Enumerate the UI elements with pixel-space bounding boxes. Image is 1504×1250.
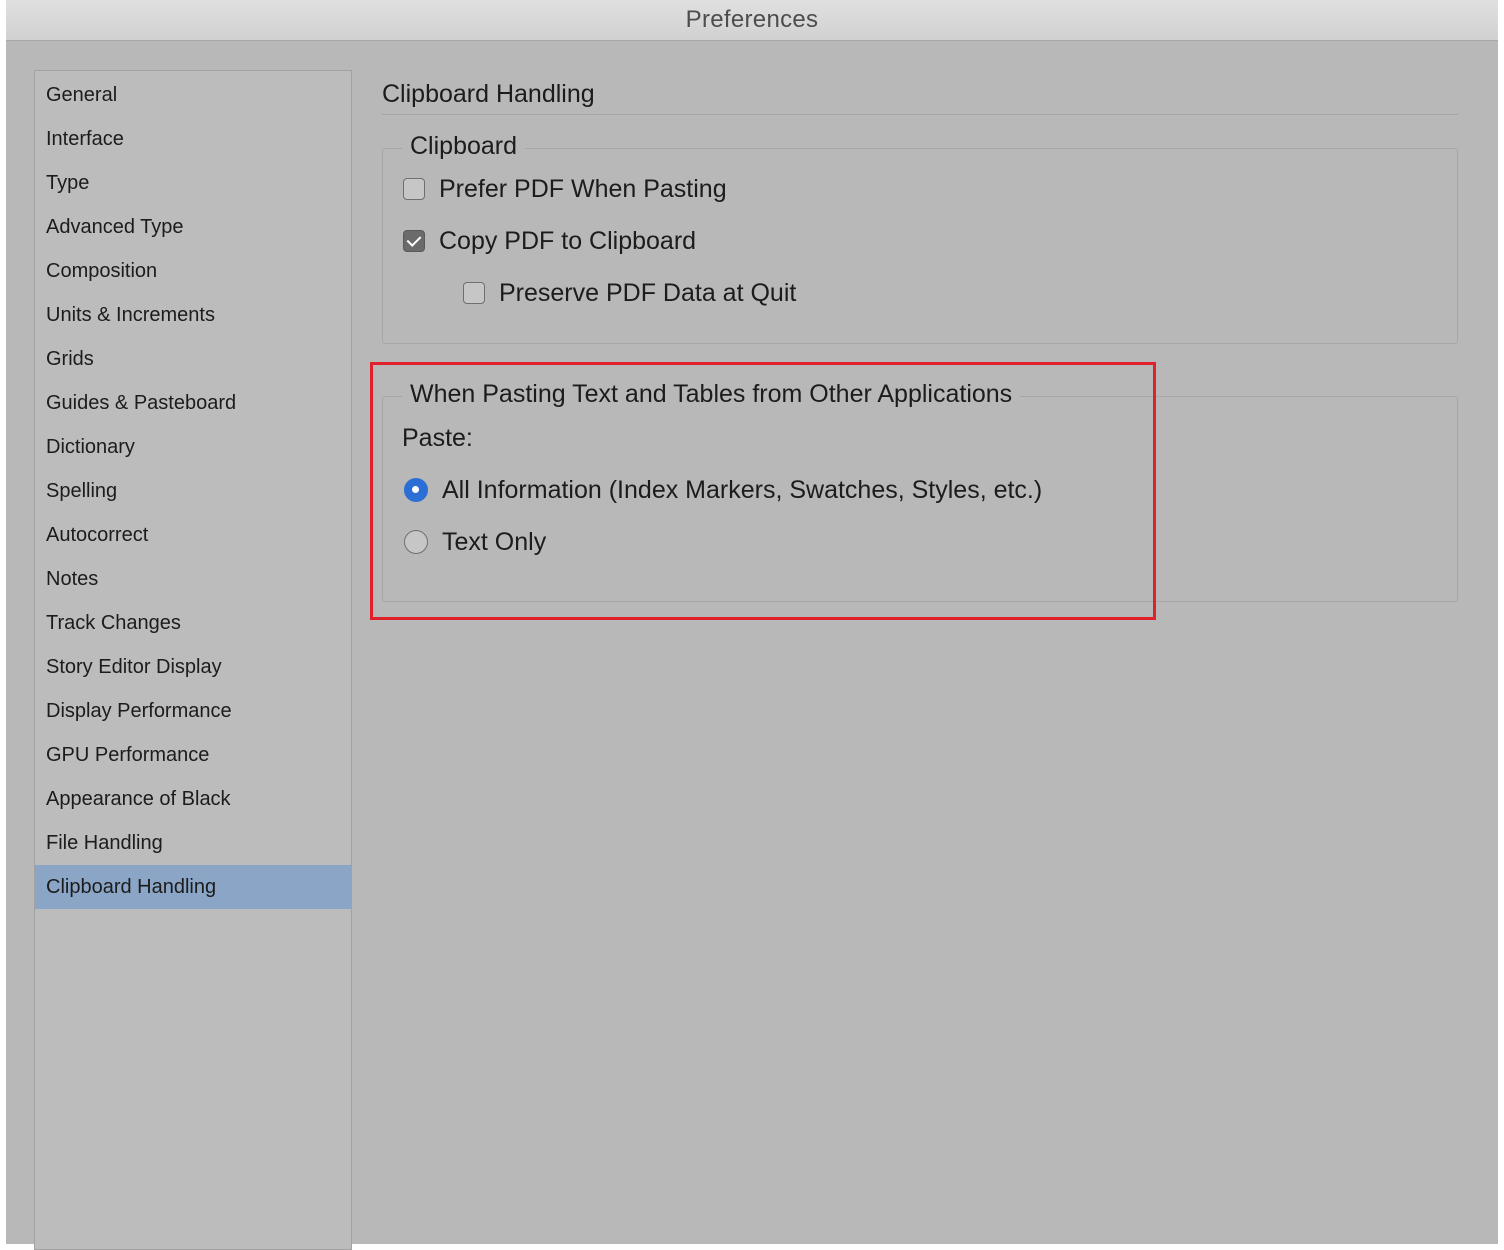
- sidebar-item-general[interactable]: General: [35, 73, 351, 117]
- window-title: Preferences: [685, 6, 819, 33]
- preferences-sidebar: General Interface Type Advanced Type Com…: [34, 70, 352, 1250]
- sidebar-item-type[interactable]: Type: [35, 161, 351, 205]
- sidebar-item-autocorrect[interactable]: Autocorrect: [35, 513, 351, 557]
- copy-pdf-option[interactable]: Copy PDF to Clipboard: [403, 226, 696, 256]
- sidebar-item-composition[interactable]: Composition: [35, 249, 351, 293]
- title-divider: [382, 114, 1458, 115]
- text-only-radio[interactable]: [404, 530, 428, 554]
- prefer-pdf-option[interactable]: Prefer PDF When Pasting: [403, 174, 727, 204]
- sidebar-item-appearance-of-black[interactable]: Appearance of Black: [35, 777, 351, 821]
- panel-title: Clipboard Handling: [382, 80, 595, 108]
- sidebar-item-display-performance[interactable]: Display Performance: [35, 689, 351, 733]
- clipboard-group-legend: Clipboard: [402, 132, 526, 161]
- all-information-radio[interactable]: [404, 478, 428, 502]
- sidebar-item-story-editor-display[interactable]: Story Editor Display: [35, 645, 351, 689]
- sidebar-item-spelling[interactable]: Spelling: [35, 469, 351, 513]
- all-information-option[interactable]: All Information (Index Markers, Swatches…: [404, 475, 1042, 505]
- sidebar-item-clipboard-handling[interactable]: Clipboard Handling: [35, 865, 351, 909]
- text-only-option[interactable]: Text Only: [404, 527, 546, 557]
- preferences-window: Preferences General Interface Type Advan…: [6, 0, 1498, 1250]
- sidebar-item-notes[interactable]: Notes: [35, 557, 351, 601]
- preferences-panel: Clipboard Handling Clipboard Prefer PDF …: [382, 70, 1462, 1240]
- copy-pdf-label: Copy PDF to Clipboard: [439, 226, 697, 255]
- sidebar-item-dictionary[interactable]: Dictionary: [35, 425, 351, 469]
- sidebar-item-track-changes[interactable]: Track Changes: [35, 601, 351, 645]
- title-bar[interactable]: Preferences: [6, 0, 1498, 41]
- all-information-label: All Information (Index Markers, Swatches…: [442, 475, 1043, 504]
- paste-group-legend: When Pasting Text and Tables from Other …: [402, 380, 1021, 409]
- sidebar-item-advanced-type[interactable]: Advanced Type: [35, 205, 351, 249]
- paste-label: Paste:: [402, 424, 473, 452]
- sidebar-item-file-handling[interactable]: File Handling: [35, 821, 351, 865]
- copy-pdf-checkbox[interactable]: [403, 230, 425, 252]
- text-only-label: Text Only: [442, 527, 547, 556]
- sidebar-item-units-increments[interactable]: Units & Increments: [35, 293, 351, 337]
- prefer-pdf-label: Prefer PDF When Pasting: [439, 174, 727, 203]
- sidebar-item-grids[interactable]: Grids: [35, 337, 351, 381]
- prefer-pdf-checkbox[interactable]: [403, 178, 425, 200]
- preserve-pdf-checkbox[interactable]: [463, 282, 485, 304]
- sidebar-item-gpu-performance[interactable]: GPU Performance: [35, 733, 351, 777]
- preserve-pdf-option[interactable]: Preserve PDF Data at Quit: [463, 278, 796, 308]
- sidebar-item-guides-pasteboard[interactable]: Guides & Pasteboard: [35, 381, 351, 425]
- preserve-pdf-label: Preserve PDF Data at Quit: [499, 278, 797, 307]
- sidebar-item-interface[interactable]: Interface: [35, 117, 351, 161]
